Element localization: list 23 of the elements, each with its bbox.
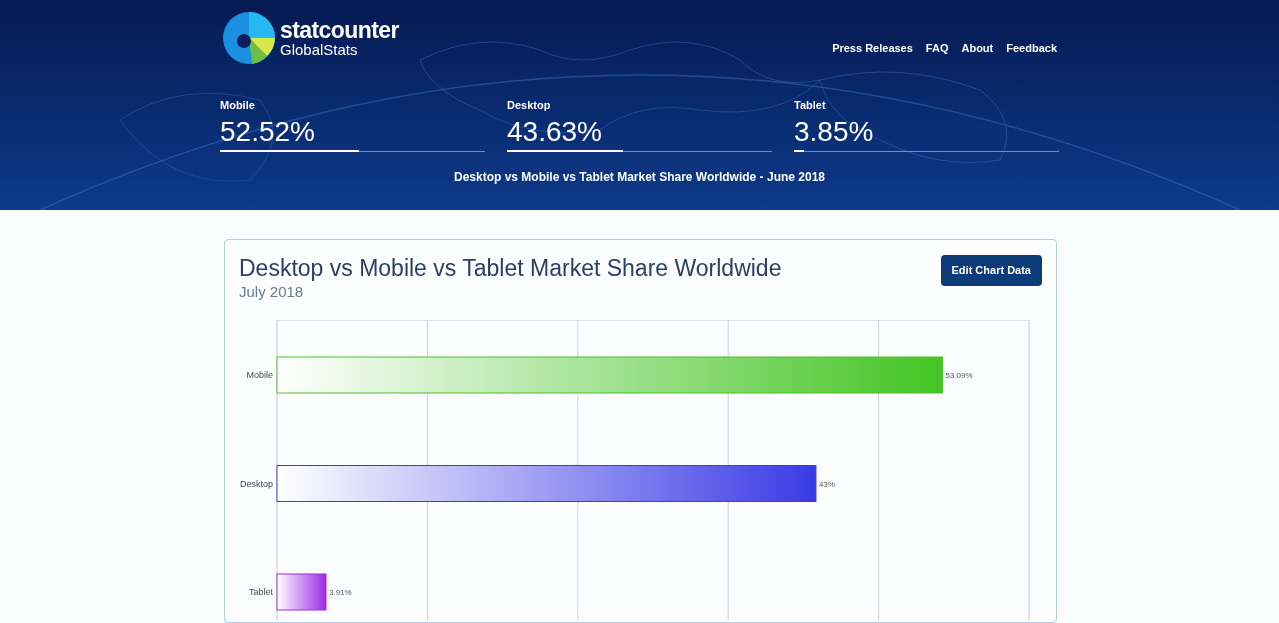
stat-value: 3.85%	[794, 114, 875, 149]
logo-wordmark: statcounter	[280, 19, 399, 42]
nav-link[interactable]: FAQ	[925, 40, 949, 57]
category-label: Desktop	[239, 478, 273, 488]
category-label: Tablet	[248, 586, 273, 597]
logo-icon[interactable]	[222, 11, 276, 65]
stat-value: 52.52%	[220, 114, 316, 149]
stat-value: 43.63%	[507, 114, 603, 149]
value-label: 43%	[818, 479, 835, 488]
stat-label: Desktop	[507, 98, 552, 113]
category-label: Mobile	[246, 369, 273, 380]
chart-title: Desktop vs Mobile vs Tablet Market Share Worldwide	[239, 254, 782, 283]
stat-label: Mobile	[220, 98, 256, 113]
nav-link[interactable]: Feedback	[1006, 40, 1057, 57]
nav-link[interactable]: Press Releases	[832, 40, 913, 57]
banner-caption: Desktop vs Mobile vs Tablet Market Share Worldwide - June 2018	[454, 168, 825, 186]
edit-chart-data-button[interactable]: Edit Chart Data	[940, 255, 1042, 286]
stat-label: Tablet	[794, 98, 827, 113]
chart-subtitle: July 2018	[239, 282, 305, 302]
logo-subtitle: GlobalStats	[280, 42, 359, 57]
nav-link[interactable]: About	[961, 40, 994, 57]
value-label: 53.09%	[945, 370, 973, 380]
value-label: 3.91%	[329, 587, 352, 597]
